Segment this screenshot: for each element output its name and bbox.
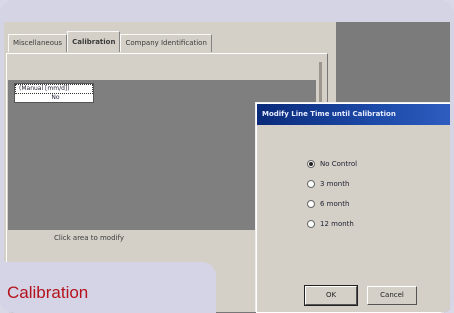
radio-selected-icon[interactable] (307, 160, 315, 168)
radio-option-3-month[interactable]: 3 month (307, 174, 357, 194)
radio-option-6-month[interactable]: 6 month (307, 194, 357, 214)
caption-title: Calibration (7, 283, 89, 302)
click-hint-text: Click area to modify (54, 234, 124, 242)
radio-label: 3 month (320, 180, 350, 188)
radio-option-12-month[interactable]: 12 month (307, 214, 357, 234)
radio-icon[interactable] (307, 180, 315, 188)
radio-label: 12 month (320, 220, 354, 228)
radio-icon[interactable] (307, 220, 315, 228)
tab-strip: Miscellaneous Calibration Company Identi… (8, 31, 212, 52)
interval-radio-group: No Control 3 month 6 month 12 month (307, 154, 357, 234)
photo-frame: Miscellaneous Calibration Company Identi… (0, 0, 454, 313)
list-item[interactable]: No (15, 94, 93, 102)
calibration-list: (Manual [mm/d]) No (14, 83, 94, 103)
tab-company-identification[interactable]: Company Identification (120, 34, 212, 52)
radio-label: 6 month (320, 200, 350, 208)
cancel-button[interactable]: Cancel (367, 286, 417, 305)
radio-icon[interactable] (307, 200, 315, 208)
tab-miscellaneous[interactable]: Miscellaneous (8, 34, 68, 52)
list-item[interactable]: (Manual [mm/d]) (15, 84, 93, 94)
tab-calibration[interactable]: Calibration (67, 31, 121, 52)
dialog-title-bar: Modify Line Time until Calibration (257, 104, 450, 125)
calibration-dialog: Modify Line Time until Calibration No Co… (256, 103, 450, 313)
ok-button[interactable]: OK (304, 285, 358, 306)
radio-option-no-control[interactable]: No Control (307, 154, 357, 174)
radio-label: No Control (320, 160, 358, 168)
